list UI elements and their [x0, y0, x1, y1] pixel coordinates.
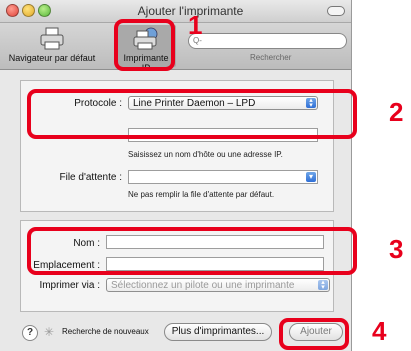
- toolbar-toggle-button[interactable]: [327, 6, 345, 16]
- print-using-popup[interactable]: Sélectionnez un pilote ou une imprimante…: [106, 278, 330, 292]
- annotation-number-1: 1: [188, 10, 203, 40]
- more-printers-button[interactable]: Plus d'imprimantes...: [164, 323, 272, 341]
- annotation-box-4: [279, 318, 349, 350]
- default-browser-label: Navigateur par défaut: [8, 53, 96, 63]
- search-label: Rechercher: [250, 53, 292, 62]
- annotation-box-1: [114, 19, 175, 71]
- annotation-number-2: 2: [389, 97, 404, 127]
- annotation-number-4: 4: [372, 316, 387, 346]
- progress-spinner-icon: ✳: [44, 325, 55, 339]
- default-browser-tab[interactable]: Navigateur par défaut: [4, 27, 100, 63]
- search-new-label: Recherche de nouveaux: [62, 327, 149, 336]
- annotation-box-3: [27, 227, 357, 275]
- printer-icon: [40, 27, 64, 50]
- queue-label: File d'attente :: [59, 172, 123, 183]
- print-using-value: Sélectionnez un pilote ou une imprimante: [111, 280, 295, 291]
- window-title: Ajouter l'imprimante: [137, 4, 244, 18]
- queue-field[interactable]: ▾: [128, 170, 318, 184]
- add-printer-window: Ajouter l'imprimante Navigateur par défa…: [0, 0, 352, 351]
- title-bar: Ajouter l'imprimante: [0, 0, 351, 23]
- queue-hint: Ne pas remplir la file d'attente par déf…: [128, 190, 275, 199]
- address-hint: Saisissez un nom d'hôte ou une adresse I…: [128, 150, 283, 159]
- print-using-label: Imprimer via :: [39, 280, 100, 291]
- queue-dropdown-icon[interactable]: ▾: [306, 172, 316, 182]
- annotation-number-3: 3: [389, 234, 404, 264]
- help-button[interactable]: ?: [22, 325, 38, 341]
- search-input[interactable]: Q-: [188, 33, 347, 49]
- annotation-box-2: [27, 89, 357, 139]
- popup-arrows-icon: ▴ ▾: [318, 279, 328, 291]
